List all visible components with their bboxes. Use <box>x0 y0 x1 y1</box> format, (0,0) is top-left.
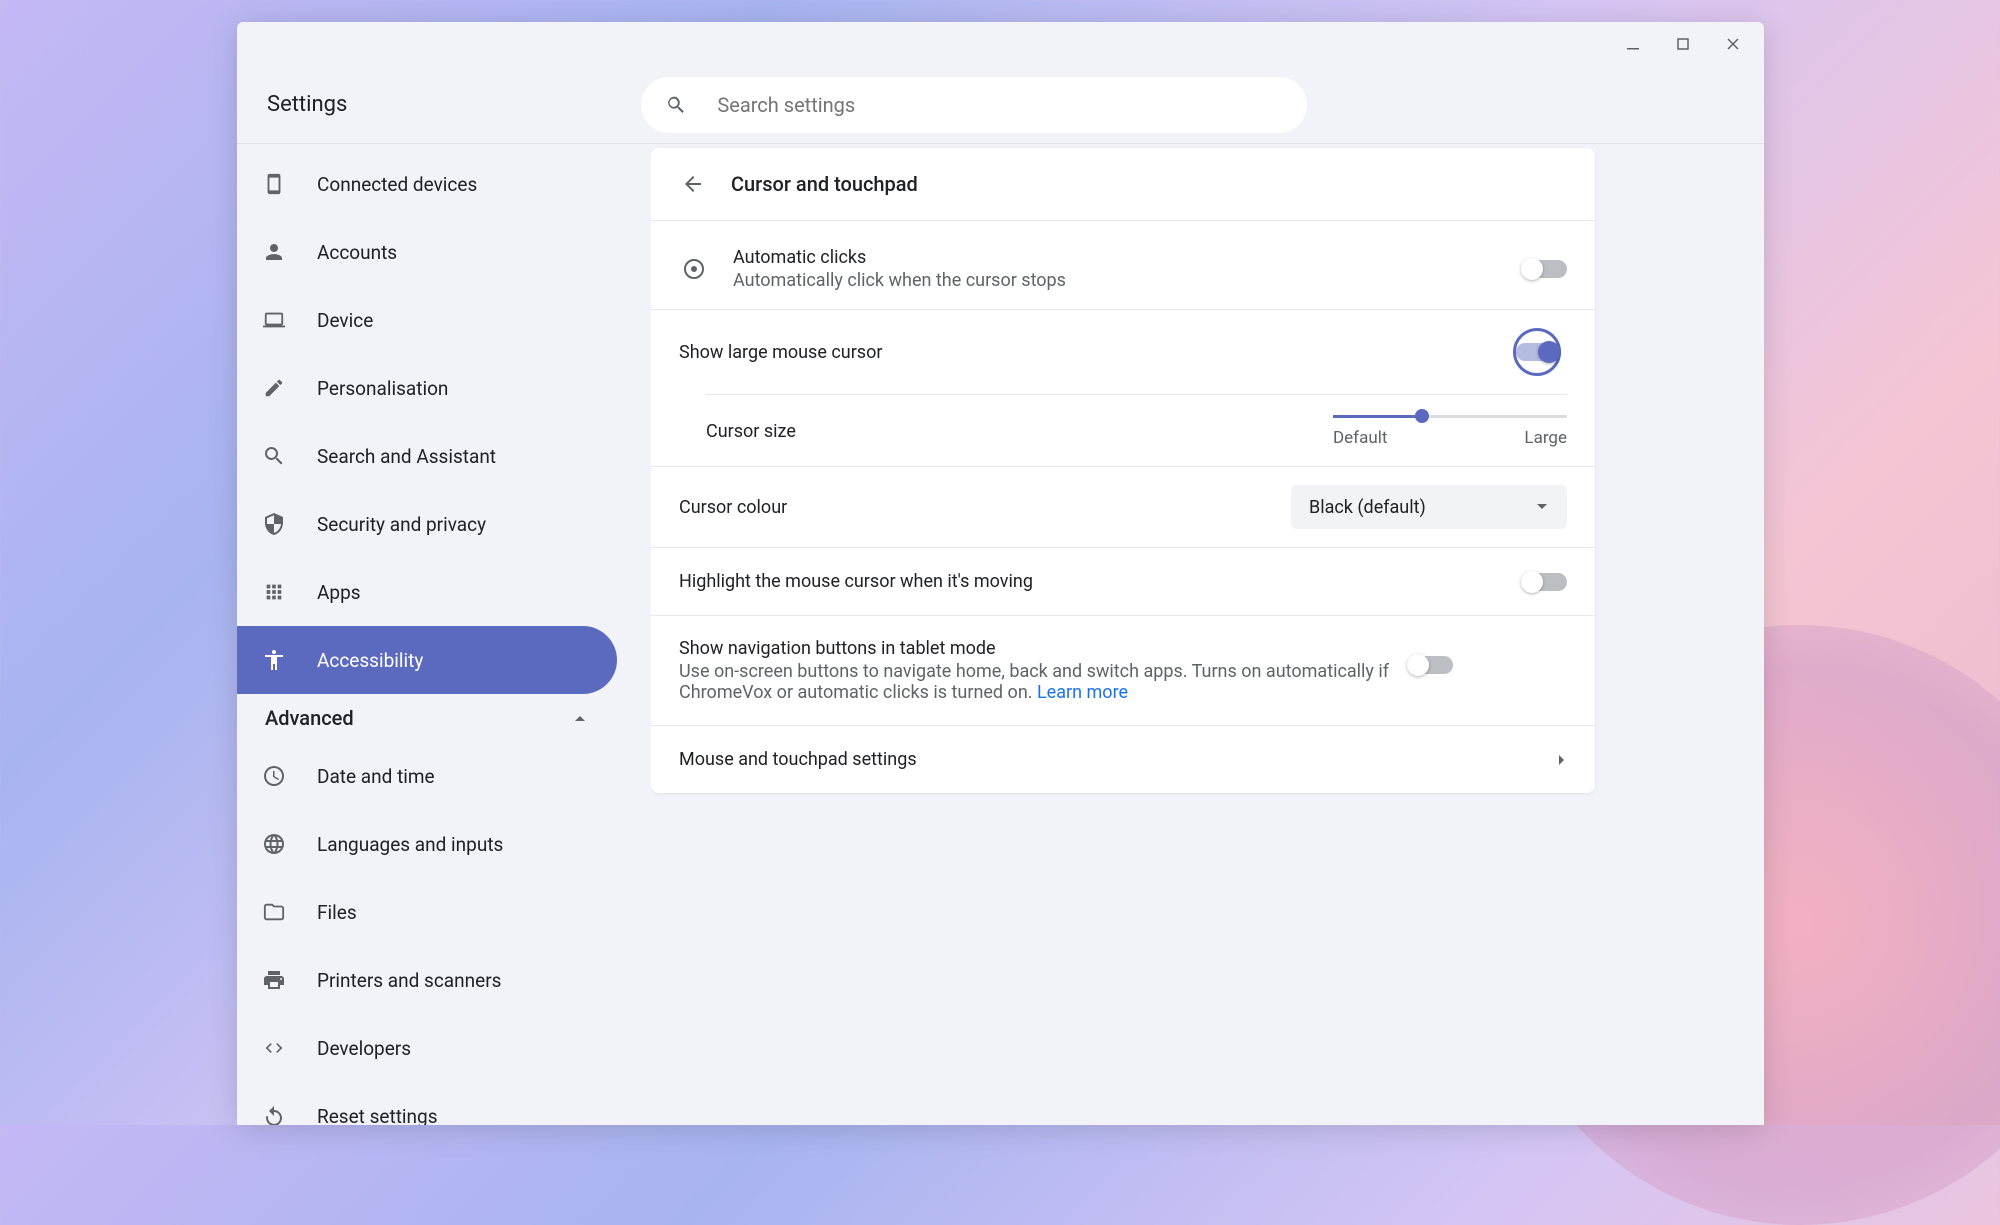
shield-icon <box>259 509 289 539</box>
row-cursor-size: Cursor size Default Large <box>706 394 1567 466</box>
chevron-down-icon <box>1535 500 1549 514</box>
row-automatic-clicks: Automatic clicks Automatically click whe… <box>651 220 1595 309</box>
row-title: Show large mouse cursor <box>679 342 1513 363</box>
sidebar-item-security-privacy[interactable]: Security and privacy <box>237 490 617 558</box>
dropdown-value: Black (default) <box>1309 497 1426 518</box>
row-subtitle: Use on-screen buttons to navigate home, … <box>679 661 1409 703</box>
row-title: Mouse and touchpad settings <box>679 749 1557 770</box>
header: Settings <box>237 66 1764 144</box>
highlight-cursor-toggle[interactable] <box>1523 573 1567 591</box>
nav-label: Reset settings <box>317 1105 438 1126</box>
row-highlight-cursor: Highlight the mouse cursor when it's mov… <box>651 547 1595 615</box>
sidebar-item-date-time[interactable]: Date and time <box>237 742 617 810</box>
row-text: Show navigation buttons in tablet mode U… <box>679 638 1409 703</box>
nav-label: Connected devices <box>317 173 477 196</box>
pencil-icon <box>259 373 289 403</box>
sidebar-item-reset[interactable]: Reset settings <box>237 1082 617 1125</box>
laptop-icon <box>259 305 289 335</box>
nav-label: Device <box>317 309 373 332</box>
nav-buttons-toggle[interactable] <box>1409 656 1453 674</box>
clock-icon <box>259 761 289 791</box>
folder-icon <box>259 897 289 927</box>
row-large-cursor: Show large mouse cursor <box>651 309 1595 394</box>
slider-max-label: Large <box>1524 428 1567 448</box>
row-cursor-colour: Cursor colour Black (default) <box>651 466 1595 547</box>
row-text: Show large mouse cursor <box>679 342 1513 363</box>
sidebar-section-advanced[interactable]: Advanced <box>237 694 651 742</box>
accessibility-icon <box>259 645 289 675</box>
settings-window: Settings Connected devices Accounts Devi… <box>237 22 1764 1125</box>
sidebar-item-languages[interactable]: Languages and inputs <box>237 810 617 878</box>
chevron-right-icon <box>1557 753 1567 767</box>
sidebar-item-files[interactable]: Files <box>237 878 617 946</box>
row-text: Highlight the mouse cursor when it's mov… <box>679 571 1523 592</box>
row-subtitle: Automatically click when the cursor stop… <box>733 270 1523 291</box>
page-title: Cursor and touchpad <box>731 172 918 196</box>
sidebar-item-connected-devices[interactable]: Connected devices <box>237 150 617 218</box>
nav-label: Files <box>317 901 357 924</box>
reset-icon <box>259 1101 289 1125</box>
back-button[interactable] <box>679 170 707 198</box>
person-icon <box>259 237 289 267</box>
window-titlebar <box>237 22 1764 66</box>
nav-label: Apps <box>317 581 361 604</box>
chevron-up-icon <box>573 713 587 723</box>
slider-min-label: Default <box>1333 428 1387 448</box>
row-text: Cursor colour <box>679 497 1291 518</box>
search-icon <box>259 441 289 471</box>
row-mouse-touchpad-settings[interactable]: Mouse and touchpad settings <box>651 725 1595 793</box>
search-box[interactable] <box>641 77 1307 133</box>
nav-label: Accessibility <box>317 649 423 672</box>
sidebar: Connected devices Accounts Device Person… <box>237 144 651 1125</box>
minimize-button[interactable] <box>1610 22 1656 66</box>
sidebar-item-personalisation[interactable]: Personalisation <box>237 354 617 422</box>
sidebar-item-developers[interactable]: Developers <box>237 1014 617 1082</box>
nav-label: Accounts <box>317 241 397 264</box>
nav-label: Printers and scanners <box>317 969 501 992</box>
automatic-clicks-toggle[interactable] <box>1523 260 1567 278</box>
nav-label: Languages and inputs <box>317 833 503 856</box>
settings-card: Cursor and touchpad Automatic clicks Aut… <box>651 148 1595 793</box>
row-title: Cursor colour <box>679 497 1291 518</box>
row-nav-buttons: Show navigation buttons in tablet mode U… <box>651 615 1595 725</box>
sidebar-item-device[interactable]: Device <box>237 286 617 354</box>
maximize-button[interactable] <box>1660 22 1706 66</box>
search-icon <box>665 94 687 116</box>
nav-label: Developers <box>317 1037 411 1060</box>
search-input[interactable] <box>717 93 1283 117</box>
nav-label: Search and Assistant <box>317 445 496 468</box>
sidebar-item-apps[interactable]: Apps <box>237 558 617 626</box>
sidebar-item-accounts[interactable]: Accounts <box>237 218 617 286</box>
target-icon <box>679 257 709 281</box>
cursor-colour-dropdown[interactable]: Black (default) <box>1291 485 1567 529</box>
printer-icon <box>259 965 289 995</box>
card-header: Cursor and touchpad <box>651 148 1595 220</box>
sidebar-item-accessibility[interactable]: Accessibility <box>237 626 617 694</box>
learn-more-link[interactable]: Learn more <box>1037 682 1128 703</box>
row-title: Automatic clicks <box>733 247 1523 268</box>
smartphone-icon <box>259 169 289 199</box>
large-cursor-toggle[interactable] <box>1513 328 1561 376</box>
content-area: Cursor and touchpad Automatic clicks Aut… <box>651 144 1764 1125</box>
code-icon <box>259 1033 289 1063</box>
close-button[interactable] <box>1710 22 1756 66</box>
sidebar-item-printers[interactable]: Printers and scanners <box>237 946 617 1014</box>
globe-icon <box>259 829 289 859</box>
nav-label: Personalisation <box>317 377 448 400</box>
body: Connected devices Accounts Device Person… <box>237 144 1764 1125</box>
apps-grid-icon <box>259 577 289 607</box>
nav-label: Date and time <box>317 765 435 788</box>
app-title: Settings <box>267 92 347 117</box>
nav-label: Security and privacy <box>317 513 486 536</box>
cursor-size-slider[interactable]: Default Large <box>1333 415 1567 448</box>
sidebar-item-search-assistant[interactable]: Search and Assistant <box>237 422 617 490</box>
row-text: Mouse and touchpad settings <box>679 749 1557 770</box>
row-title: Show navigation buttons in tablet mode <box>679 638 1409 659</box>
slider-label: Cursor size <box>706 421 796 442</box>
section-label: Advanced <box>265 706 354 730</box>
row-title: Highlight the mouse cursor when it's mov… <box>679 571 1523 592</box>
row-text: Automatic clicks Automatically click whe… <box>733 247 1523 291</box>
